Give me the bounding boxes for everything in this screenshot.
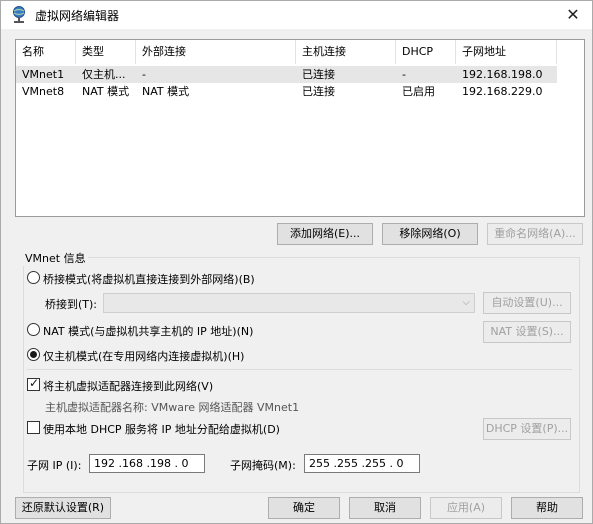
add-network-button[interactable]: 添加网络(E)... (277, 223, 373, 245)
cell-subnet: 192.168.229.0 (462, 85, 543, 98)
cancel-button[interactable]: 取消 (349, 497, 421, 519)
cell-name: VMnet1 (22, 68, 65, 81)
nat-mode-label[interactable]: NAT 模式(与虚拟机共享主机的 IP 地址)(N) (43, 323, 253, 339)
virtual-network-editor-window: 虚拟网络编辑器 ✕ 名称 类型 外部连接 主机连接 DHCP 子网地址 VMne… (0, 0, 593, 524)
network-list-header: 名称 类型 外部连接 主机连接 DHCP 子网地址 (16, 40, 557, 64)
nat-settings-button[interactable]: NAT 设置(S)... (483, 321, 571, 343)
connect-adapter-checkbox[interactable] (27, 376, 40, 391)
rename-network-button[interactable]: 重命名网络(A)... (487, 223, 583, 245)
cell-type: NAT 模式 (82, 85, 130, 98)
cell-dhcp: 已启用 (402, 85, 435, 98)
dhcp-label[interactable]: 使用本地 DHCP 服务将 IP 地址分配给虚拟机(D) (43, 421, 280, 437)
column-header-host[interactable]: 主机连接 (296, 40, 396, 64)
title-bar: 虚拟网络编辑器 ✕ (1, 1, 592, 29)
cell-external: - (142, 68, 146, 81)
nat-mode-radio[interactable] (27, 323, 40, 336)
restore-defaults-button[interactable]: 还原默认设置(R) (15, 497, 111, 519)
window-title: 虚拟网络编辑器 (35, 9, 120, 23)
cell-dhcp: - (402, 68, 406, 81)
column-header-external[interactable]: 外部连接 (136, 40, 296, 64)
dhcp-settings-button[interactable]: DHCP 设置(P)... (483, 418, 571, 440)
remove-network-button[interactable]: 移除网络(O) (382, 223, 478, 245)
close-button[interactable]: ✕ (560, 3, 586, 27)
chevron-down-icon: ⌵ (462, 297, 470, 308)
subnet-mask-label: 子网掩码(M): (230, 459, 296, 472)
cell-host: 已连接 (302, 85, 335, 98)
divider (27, 369, 572, 370)
vmnet-info-label: VMnet 信息 (23, 250, 88, 266)
subnet-ip-label: 子网 IP (I): (27, 459, 82, 472)
bridged-mode-label[interactable]: 桥接模式(将虚拟机直接连接到外部网络)(B) (43, 271, 255, 287)
bridge-to-select[interactable]: ⌵ (103, 293, 475, 313)
help-button[interactable]: 帮助 (511, 497, 583, 519)
network-list[interactable]: 名称 类型 外部连接 主机连接 DHCP 子网地址 VMnet1 仅主机... … (15, 39, 585, 217)
cell-type: 仅主机... (82, 68, 126, 81)
column-header-name[interactable]: 名称 (16, 40, 76, 64)
adapter-name-text: 主机虚拟适配器名称: VMware 网络适配器 VMnet1 (45, 401, 300, 414)
bridged-mode-radio[interactable] (27, 271, 40, 284)
cell-name: VMnet8 (22, 85, 65, 98)
bridge-to-label: 桥接到(T): (45, 298, 98, 311)
network-row-vmnet1[interactable]: VMnet1 仅主机... - 已连接 - 192.168.198.0 (16, 66, 557, 83)
subnet-mask-input[interactable]: 255 .255 .255 . 0 (304, 454, 420, 473)
column-header-type[interactable]: 类型 (76, 40, 136, 64)
cell-host: 已连接 (302, 68, 335, 81)
host-only-label[interactable]: 仅主机模式(在专用网络内连接虚拟机)(H) (43, 348, 244, 364)
cell-external: NAT 模式 (142, 85, 190, 98)
connect-adapter-label[interactable]: 将主机虚拟适配器连接到此网络(V) (43, 378, 213, 394)
column-header-subnet[interactable]: 子网地址 (456, 40, 557, 64)
host-only-radio[interactable] (27, 348, 40, 361)
column-header-dhcp[interactable]: DHCP (396, 40, 456, 64)
apply-button[interactable]: 应用(A) (430, 497, 502, 519)
cell-subnet: 192.168.198.0 (462, 68, 543, 81)
ok-button[interactable]: 确定 (268, 497, 340, 519)
network-row-vmnet8[interactable]: VMnet8 NAT 模式 NAT 模式 已连接 已启用 192.168.229… (16, 83, 557, 100)
auto-settings-button[interactable]: 自动设置(U)... (483, 292, 571, 314)
network-globe-icon (13, 6, 25, 23)
dhcp-checkbox[interactable] (27, 421, 40, 434)
subnet-ip-input[interactable]: 192 .168 .198 . 0 (89, 454, 205, 473)
